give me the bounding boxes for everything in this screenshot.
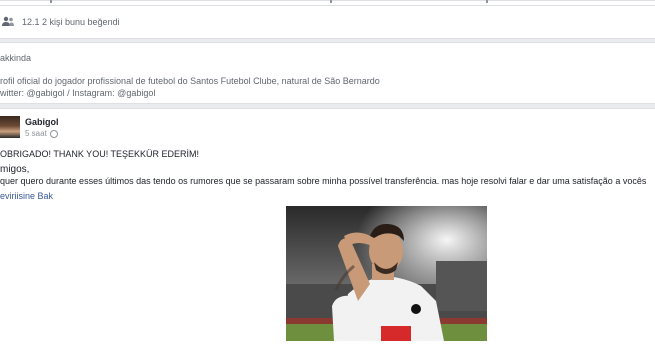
about-social-handles: witter: @gabigol / Instagram: @gabigol [0, 88, 156, 98]
post-text-line: OBRIGADO! THANK YOU! TEŞEKKÜR EDERİM! [0, 149, 200, 159]
top-divider [0, 1, 655, 6]
about-description: rofil oficial do jogador profissional de… [0, 76, 380, 86]
likes-card: 12.1 2 kişi bunu beğendi [0, 0, 655, 39]
post-time-text[interactable]: 5 saat [25, 129, 47, 138]
post-card: Gabigol 5 saat OBRIGADO! THANK YOU! TEŞE… [0, 108, 655, 349]
likes-count-text: 12.1 2 kişi bunu beğendi [22, 17, 120, 27]
post-author[interactable]: Gabigol [25, 117, 59, 127]
post-time[interactable]: 5 saat [25, 129, 58, 138]
post-text-line: quer quero durante esses últimos das ten… [0, 176, 647, 186]
post-text-line: migos, [0, 164, 30, 175]
see-translation-link[interactable]: eviriisine Bak [0, 191, 53, 201]
people-icon [2, 16, 14, 26]
avatar[interactable] [0, 116, 20, 138]
divider-tick [486, 0, 488, 3]
divider-tick [330, 0, 332, 3]
post-photo[interactable] [286, 206, 487, 341]
about-card: akkinda rofil oficial do jogador profiss… [0, 42, 655, 104]
about-title: akkinda [0, 53, 32, 63]
divider-tick [50, 0, 52, 3]
globe-icon [49, 129, 58, 138]
